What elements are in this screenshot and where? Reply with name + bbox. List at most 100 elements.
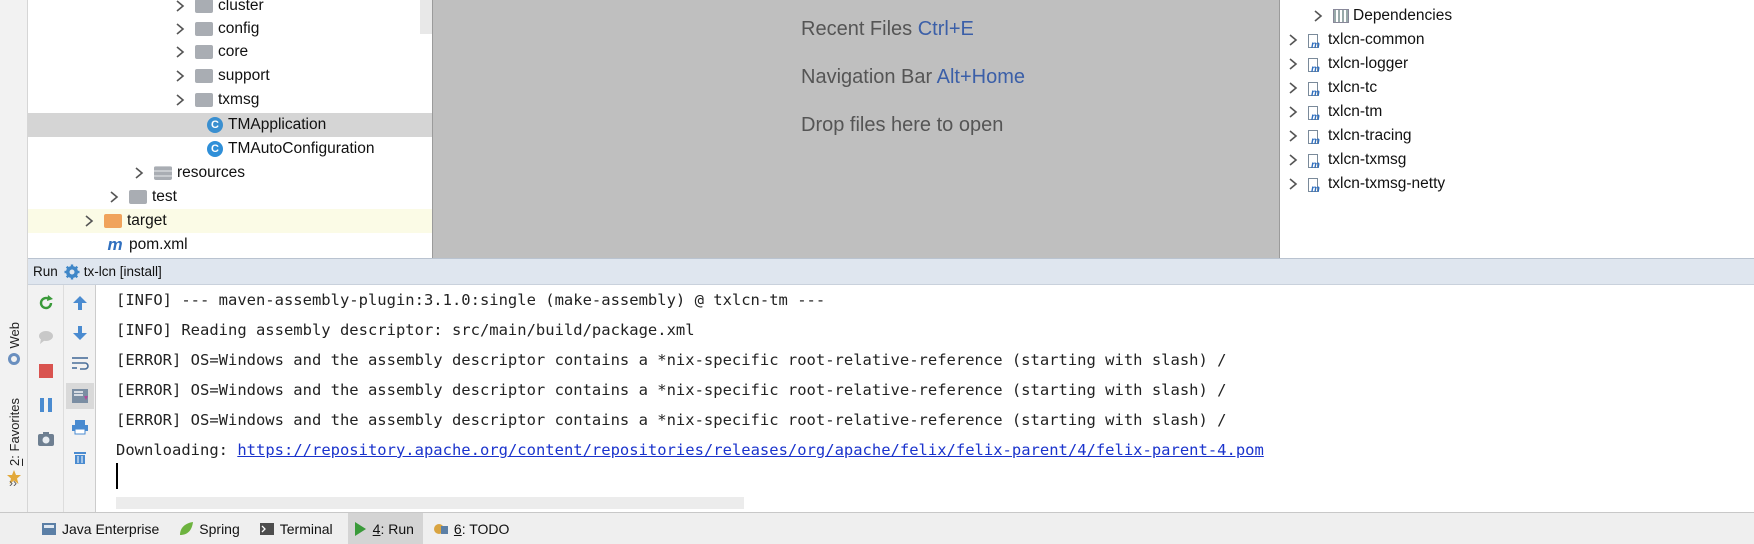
maven-module-txlcn-txmsg-netty[interactable]: m txlcn-txmsg-netty	[1286, 173, 1445, 195]
chevron-right-icon[interactable]	[1286, 177, 1300, 191]
tab-terminal[interactable]: Terminal	[255, 513, 342, 544]
camera-icon	[38, 432, 54, 446]
chevron-right-icon[interactable]	[1286, 153, 1300, 167]
ide-window: Web 2: Favorites ›› cluster config core	[0, 0, 1754, 544]
todo-icon	[433, 521, 449, 537]
printer-icon	[72, 420, 88, 435]
maven-module-icon: m	[1308, 152, 1322, 171]
pause-button[interactable]	[36, 395, 56, 415]
tree-item-label: test	[152, 188, 177, 205]
debug-disabled-button[interactable]	[36, 327, 56, 347]
maven-node-label: txlcn-txmsg	[1328, 151, 1407, 168]
web-tab-label: Web	[6, 322, 22, 349]
console-line: [ERROR] OS=Windows and the assembly desc…	[116, 381, 1227, 399]
arrow-up-icon	[73, 296, 87, 310]
maven-module-txlcn-tc[interactable]: m txlcn-tc	[1286, 77, 1377, 99]
hint-text: Navigation Bar	[801, 66, 933, 88]
maven-module-txlcn-common[interactable]: m txlcn-common	[1286, 29, 1424, 51]
project-tree-scrollbar[interactable]	[420, 0, 432, 34]
console-download-line: Downloading: https://repository.apache.o…	[116, 441, 1264, 459]
scroll-to-end-button[interactable]	[66, 383, 94, 409]
chevron-right-icon[interactable]	[1286, 57, 1300, 71]
tab-java-enterprise[interactable]: Java Enterprise	[37, 513, 168, 544]
maven-module-icon: m	[1308, 104, 1322, 123]
drop-files-hint: Drop files here to open	[801, 114, 1003, 137]
chevron-right-icon[interactable]	[107, 190, 121, 204]
editor-empty-area: Recent Files Ctrl+E Navigation Bar Alt+H…	[432, 0, 1280, 258]
run-configuration-tab[interactable]: tx-lcn [install]	[84, 264, 162, 279]
chevron-right-icon[interactable]	[1286, 105, 1300, 119]
chevron-right-icon[interactable]	[173, 93, 187, 107]
class-icon: C	[207, 141, 223, 157]
stop-button[interactable]	[36, 361, 56, 381]
tab-label: Terminal	[279, 520, 333, 537]
tree-item-config[interactable]: config	[28, 17, 432, 41]
console-line: [INFO] Reading assembly descriptor: src/…	[116, 321, 695, 339]
maven-module-txlcn-txmsg[interactable]: m txlcn-txmsg	[1286, 149, 1406, 171]
hint-shortcut: Ctrl+E	[917, 18, 974, 40]
tree-item-txmsg[interactable]: txmsg	[28, 88, 432, 112]
soft-wrap-button[interactable]	[70, 353, 90, 373]
left-tool-stripe: Web 2: Favorites ››	[0, 0, 28, 512]
scroll-to-end-icon	[72, 389, 88, 403]
tree-item-label: cluster	[218, 0, 264, 14]
maven-module-txlcn-tracing[interactable]: m txlcn-tracing	[1286, 125, 1412, 147]
tree-item-support[interactable]: support	[28, 64, 432, 88]
tree-item-tmautoconfiguration[interactable]: C TMAutoConfiguration	[28, 137, 432, 161]
chevron-right-icon[interactable]	[1286, 129, 1300, 143]
web-icon	[8, 352, 20, 365]
maven-dependencies-node[interactable]: Dependencies	[1311, 5, 1452, 27]
chevron-right-icon[interactable]	[173, 45, 187, 59]
tab-run[interactable]: 4: Run	[347, 512, 423, 544]
chevron-right-icon[interactable]	[173, 69, 187, 83]
run-console[interactable]: [INFO] --- maven-assembly-plugin:3.1.0:s…	[97, 285, 1754, 512]
maven-node-label: txlcn-tracing	[1328, 127, 1412, 144]
gear-icon	[64, 264, 80, 279]
rerun-icon	[39, 295, 53, 310]
spring-boot-class-icon: C	[207, 117, 223, 133]
clear-all-button[interactable]	[70, 447, 90, 467]
maven-module-txlcn-logger[interactable]: m txlcn-logger	[1286, 53, 1408, 75]
tab-label: 4: Run	[372, 520, 414, 537]
tab-label: Java Enterprise	[62, 520, 160, 537]
maven-projects-panel: Dependencies m txlcn-common m txlcn-logg…	[1281, 0, 1754, 258]
maven-node-label: txlcn-tm	[1328, 103, 1383, 120]
maven-module-icon: m	[1308, 176, 1322, 195]
dump-threads-button[interactable]	[36, 429, 56, 449]
chevron-right-icon[interactable]	[1286, 33, 1300, 47]
maven-module-icon: m	[1308, 80, 1322, 99]
tree-item-pom[interactable]: m pom.xml	[28, 233, 432, 257]
chevron-right-icon[interactable]	[173, 0, 187, 13]
tab-label: 6: TODO	[453, 520, 510, 537]
maven-node-label: txlcn-logger	[1328, 55, 1409, 72]
web-tool-tab[interactable]: Web	[2, 322, 26, 366]
chevron-right-icon[interactable]	[82, 214, 96, 228]
more-tabs-chevron[interactable]: ››	[9, 476, 17, 490]
tree-item-label: resources	[177, 164, 246, 181]
chevron-right-icon[interactable]	[1286, 81, 1300, 95]
print-button[interactable]	[70, 417, 90, 437]
tree-item-core[interactable]: core	[28, 40, 432, 64]
scroll-down-button[interactable]	[70, 323, 90, 343]
tree-item-cluster[interactable]: cluster	[28, 0, 432, 18]
bottom-tool-tabs: Java Enterprise Spring Terminal 4: Run 6…	[0, 512, 1754, 544]
tree-item-tmapplication[interactable]: C TMApplication	[28, 113, 432, 137]
favorites-tool-tab[interactable]: 2: Favorites	[2, 398, 26, 485]
tree-item-test[interactable]: test	[28, 185, 432, 209]
pause-icon	[40, 398, 52, 412]
chevron-right-icon[interactable]	[132, 166, 146, 180]
stop-icon	[39, 364, 53, 378]
chevron-right-icon[interactable]	[1311, 9, 1325, 23]
tab-spring[interactable]: Spring	[174, 513, 248, 544]
tree-item-target[interactable]: target	[28, 209, 432, 233]
spring-leaf-icon	[178, 521, 194, 537]
maven-module-txlcn-tm[interactable]: m txlcn-tm	[1286, 101, 1382, 123]
download-url-link[interactable]: https://repository.apache.org/content/re…	[237, 441, 1264, 459]
scroll-up-button[interactable]	[70, 293, 90, 313]
rerun-button[interactable]	[36, 293, 56, 313]
navigation-bar-hint: Navigation Bar Alt+Home	[801, 66, 1025, 89]
tree-item-resources[interactable]: resources	[28, 161, 432, 185]
chevron-right-icon[interactable]	[173, 22, 187, 36]
console-horizontal-scrollbar[interactable]	[116, 497, 744, 509]
tab-todo[interactable]: 6: TODO	[429, 513, 519, 544]
